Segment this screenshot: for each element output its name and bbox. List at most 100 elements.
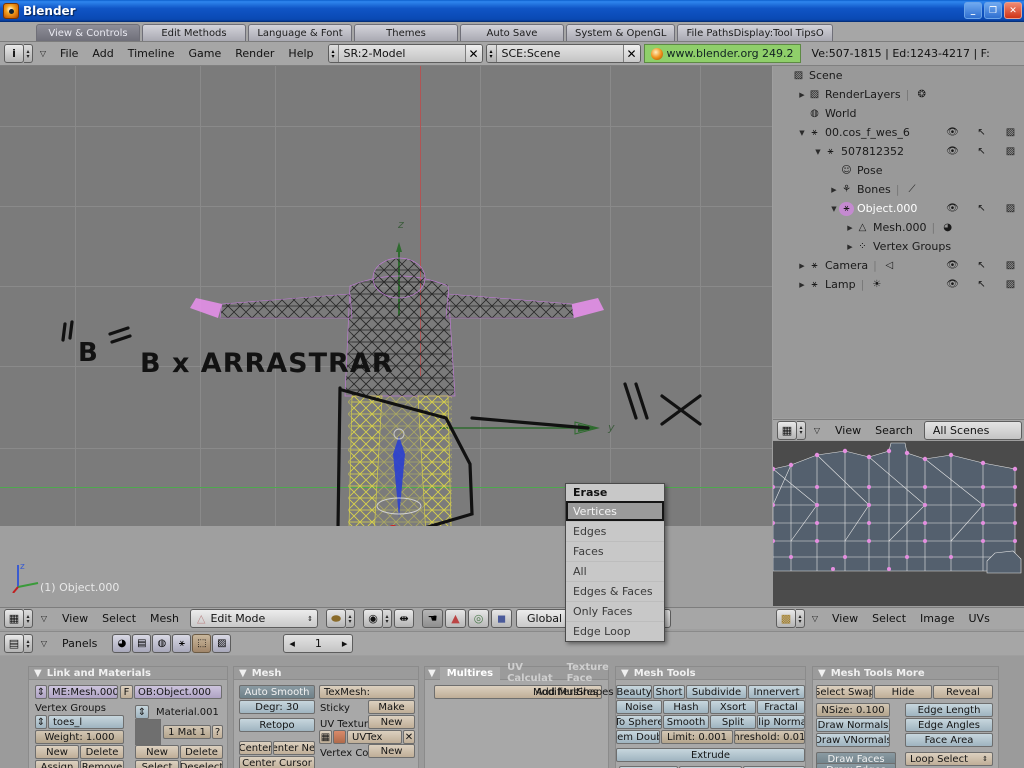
vg-delete-button[interactable]: Delete	[80, 745, 124, 759]
disclosure-triangle-icon[interactable]: ▶	[845, 243, 855, 251]
buttons-type-spinner[interactable]: ▴ ▾	[24, 634, 33, 653]
panel-tab-multires[interactable]: Multires	[439, 666, 501, 680]
panel-header-multires[interactable]: ▼ Multires UV Calculat Texture Face	[425, 662, 609, 684]
mat-new-button[interactable]: New	[135, 745, 179, 759]
screen-spinner-icon[interactable]: ▴ ▾	[328, 45, 339, 62]
camera-icon[interactable]: ◁	[882, 259, 897, 273]
outliner-row-vertex-groups[interactable]: ▶ ⁘ Vertex Groups	[773, 237, 1024, 256]
subdivide-button[interactable]: Subdivide	[686, 685, 747, 699]
erase-context-menu[interactable]: Erase Vertices Edges Faces All Edges & Faces…	[565, 483, 665, 642]
context-menu-item-only-faces[interactable]: Only Faces	[566, 601, 664, 621]
renderability-icon[interactable]: ▨	[1003, 127, 1018, 139]
prefs-tab-themes[interactable]: Themes	[354, 24, 458, 41]
context-menu-item-edge-loop[interactable]: Edge Loop	[566, 621, 664, 641]
window-type-spinner[interactable]: ▴ ▾	[24, 44, 33, 63]
viewport-collapse-icon[interactable]: ▽	[37, 614, 51, 623]
frame-prev-icon[interactable]: ◂	[289, 637, 295, 650]
frame-next-icon[interactable]: ▸	[342, 637, 348, 650]
auto-smooth-button[interactable]: Auto Smooth	[239, 685, 315, 699]
scene-icon[interactable]: ▨	[212, 634, 232, 653]
threshold-slider[interactable]: Threshold: 0.010	[734, 730, 805, 744]
snap-magnet-icon[interactable]: ⇹	[394, 609, 415, 628]
minimize-button[interactable]: _	[964, 2, 982, 19]
selectability-cursor-icon[interactable]: ↖	[974, 260, 989, 272]
material-help-button[interactable]: ?	[212, 725, 223, 739]
selectability-cursor-icon[interactable]: ↖	[974, 146, 989, 158]
panel-collapse-icon[interactable]: ▼	[239, 668, 247, 679]
uv-image-icon[interactable]: ▩	[776, 609, 796, 628]
panels-menu[interactable]: Panels	[55, 635, 104, 652]
disclosure-triangle-icon[interactable]: ▼	[797, 129, 807, 137]
face-select-icon[interactable]: ◼	[491, 609, 513, 628]
center-button[interactable]: Center	[239, 741, 272, 755]
face-area-button[interactable]: Face Area	[905, 733, 993, 747]
center-cursor-button[interactable]: Center Cursor	[239, 756, 315, 768]
hide-button[interactable]: Hide	[874, 685, 932, 699]
vertex-group-field[interactable]: toes_l	[48, 715, 124, 729]
prefs-tab-language-font[interactable]: Language & Font	[248, 24, 352, 41]
shapes-tab-overlap-label[interactable]: Shapes	[577, 687, 614, 698]
viewport-type-spinner[interactable]: ▴ ▾	[24, 609, 33, 628]
mode-selector[interactable]: △ Edit Mode ⇕	[190, 609, 319, 628]
center-new-button[interactable]: Center New	[273, 741, 315, 755]
fake-user-button[interactable]: F	[120, 685, 133, 699]
editing-icon[interactable]: ⬚	[192, 634, 212, 653]
extrude-button[interactable]: Extrude	[616, 748, 805, 762]
selectability-cursor-icon[interactable]: ↖	[974, 279, 989, 291]
disclosure-triangle-icon[interactable]: ▶	[845, 224, 855, 232]
texmesh-field[interactable]: TexMesh:	[319, 685, 415, 699]
rem-doubles-button[interactable]: Rem Doubl	[616, 730, 660, 744]
panel-header-link-and-materials[interactable]: ▼ Link and Materials	[29, 667, 227, 680]
vg-new-button[interactable]: New	[35, 745, 79, 759]
edge-select-icon[interactable]: ◎	[468, 609, 490, 628]
maximize-button[interactable]: ❐	[984, 2, 1002, 19]
info-icon[interactable]: i	[4, 44, 24, 63]
collapse-menus-icon[interactable]: ▽	[36, 49, 50, 58]
beauty-button[interactable]: Beauty	[616, 685, 652, 699]
uv-image-thumb-icon[interactable]	[333, 730, 346, 744]
panel-header-mesh-tools-more[interactable]: ▼ Mesh Tools More	[813, 667, 998, 680]
uvtex-name-field[interactable]: UVTex	[347, 730, 402, 744]
to-sphere-button[interactable]: To Sphere	[616, 715, 662, 729]
renderability-icon[interactable]: ▨	[1003, 279, 1018, 291]
hand-icon[interactable]: ☚	[422, 609, 444, 628]
mesh-link-spinner-icon[interactable]: ⇕	[35, 685, 47, 699]
mat-select-button[interactable]: Select	[135, 760, 179, 768]
disclosure-triangle-icon[interactable]: ▶	[797, 281, 807, 289]
outliner-menu-view[interactable]: View	[828, 422, 868, 439]
outliner-row-507812352[interactable]: ▼ ⚹ 507812352 👁 ↖ ▨	[773, 142, 1024, 161]
retopo-button[interactable]: Retopo	[239, 718, 315, 732]
outliner-panel[interactable]: ▨ Scene ▶ ▨ RenderLayers | ❂ ◍ World ▼ ⚹ 00.cos_f_w…	[773, 66, 1024, 418]
panel-collapse-icon[interactable]: ▼	[818, 668, 826, 679]
smooth-button[interactable]: Smooth	[663, 715, 709, 729]
draw-vnormals-button[interactable]: Draw VNormals	[816, 733, 890, 747]
loop-select-dropdown[interactable]: Loop Select ⇕	[905, 752, 993, 766]
panel-collapse-icon[interactable]: ▼	[428, 668, 436, 679]
vg-remove-button[interactable]: Remove	[80, 760, 124, 768]
outliner-type-icon[interactable]: ▦	[777, 420, 797, 440]
split-button[interactable]: Split	[710, 715, 756, 729]
material-icon[interactable]: ◍	[152, 634, 172, 653]
outliner-menu-search[interactable]: Search	[868, 422, 920, 439]
reveal-button[interactable]: Reveal	[933, 685, 993, 699]
outliner-row-object-000[interactable]: ▼ ⚹ Object.000 👁 ↖ ▨	[773, 199, 1024, 218]
mat-deselect-button[interactable]: Deselect	[180, 760, 223, 768]
outliner-row-scene[interactable]: ▨ Scene	[773, 66, 1024, 85]
object-icon[interactable]: ▤	[132, 634, 152, 653]
outliner-row-camera[interactable]: ▶ ⚹ Camera | ◁ 👁 ↖ ▨	[773, 256, 1024, 275]
screen-selector[interactable]: ▴ ▾ SR:2-Model ✕	[327, 44, 483, 63]
info-menu-add[interactable]: Add	[85, 45, 120, 62]
uv-texture-new-button[interactable]: New	[368, 715, 415, 729]
outliner-row-renderlayers[interactable]: ▶ ▨ RenderLayers | ❂	[773, 85, 1024, 104]
context-menu-item-faces[interactable]: Faces	[566, 541, 664, 561]
disclosure-triangle-icon[interactable]: ▶	[797, 262, 807, 270]
outliner-row-bones[interactable]: ▶ ⚘ Bones | ⟋	[773, 180, 1024, 199]
prefs-tab-view-controls[interactable]: View & Controls	[36, 24, 140, 41]
uv-type-spinner[interactable]: ▴ ▾	[796, 609, 805, 628]
object-name-field[interactable]: OB:Object.000	[134, 685, 222, 699]
vertex-weight-slider[interactable]: Weight: 1.000	[35, 730, 124, 744]
panel-header-mesh-tools[interactable]: ▼ Mesh Tools	[616, 667, 805, 680]
visibility-eye-icon[interactable]: 👁	[945, 146, 960, 158]
viewport-menu-mesh[interactable]: Mesh	[143, 610, 186, 627]
version-badge[interactable]: www.blender.org 249.2	[643, 44, 801, 63]
